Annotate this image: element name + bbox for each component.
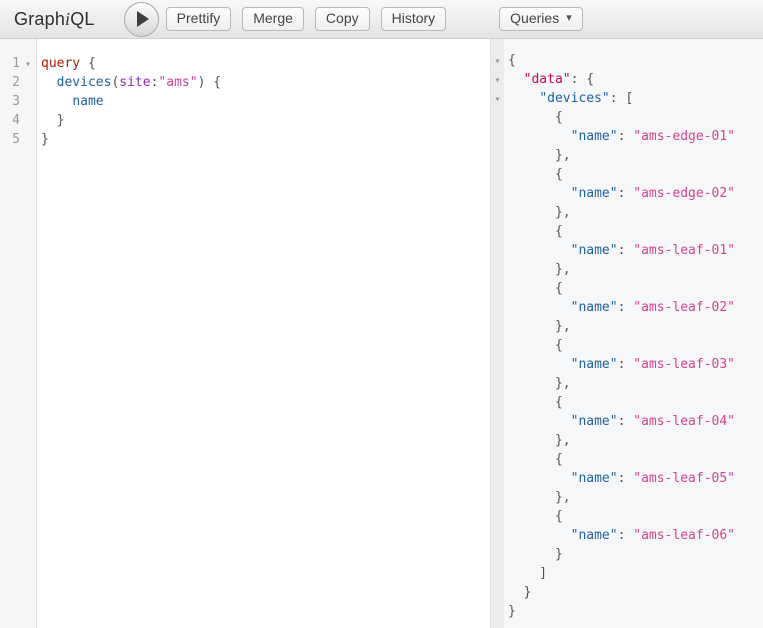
code-text: "data": { <box>523 72 595 87</box>
code-text: "name": "ams-edge-02" <box>570 186 735 201</box>
code-text: { <box>508 452 563 467</box>
graphiql-window: GraphiQL Prettify Merge Copy History Querie… <box>0 0 763 628</box>
code-line[interactable]: 5} <box>0 130 490 149</box>
code-line: { <box>491 279 763 298</box>
code-line[interactable]: 3 name <box>0 92 490 111</box>
code-line: }, <box>491 203 763 222</box>
code-line: "name": "ams-leaf-04" <box>491 412 763 431</box>
code-text: { <box>508 395 563 410</box>
queries-dropdown-button[interactable]: Queries ▾ <box>499 7 583 31</box>
code-text: "devices": [ <box>539 91 634 106</box>
code-text: { <box>508 110 563 125</box>
code-text: }, <box>508 319 571 334</box>
code-line: ▾ "devices": [ <box>491 89 763 108</box>
code-text: } <box>41 132 49 147</box>
graphiql-logo: GraphiQL <box>14 9 95 30</box>
line-number: 4 <box>12 113 20 128</box>
line-number: 5 <box>12 132 20 147</box>
code-text: }, <box>508 205 571 220</box>
code-line: }, <box>491 317 763 336</box>
result-pane[interactable]: ▾{▾ "data": {▾ "devices": [ { "name": "a… <box>490 39 763 628</box>
code-text: "name": "ams-leaf-06" <box>570 528 735 543</box>
code-text: "name": "ams-leaf-05" <box>570 471 735 486</box>
code-text: "name": "ams-leaf-02" <box>570 300 735 315</box>
code-line: }, <box>491 488 763 507</box>
fold-arrow-icon[interactable]: ▾ <box>491 71 504 90</box>
logo-text: QL <box>70 8 95 29</box>
chevron-down-icon: ▾ <box>566 11 572 24</box>
fold-arrow-icon[interactable]: ▾ <box>491 52 504 71</box>
editor-split: 1 ▾ query {2 devices(site:"ams") {3 name 4 … <box>0 39 763 628</box>
code-line: } <box>491 602 763 621</box>
code-text: } <box>508 585 532 600</box>
code-text: { <box>508 167 563 182</box>
code-text: { <box>508 281 563 296</box>
toolbar-button-history[interactable]: History <box>380 7 447 31</box>
code-text: } <box>41 113 65 128</box>
code-text: devices(site:"ams") { <box>56 75 222 90</box>
execute-query-button[interactable] <box>123 1 159 37</box>
code-line: } <box>491 545 763 564</box>
code-line: { <box>491 450 763 469</box>
code-text: } <box>508 604 516 619</box>
code-line: }, <box>491 374 763 393</box>
code-text: name <box>72 94 104 109</box>
code-text: { <box>508 224 563 239</box>
code-text: { <box>508 338 563 353</box>
code-text: }, <box>508 433 571 448</box>
play-icon <box>137 11 150 27</box>
line-number: 2 <box>12 75 20 90</box>
code-line: ] <box>491 564 763 583</box>
fold-arrow-icon[interactable]: ▾ <box>20 55 36 74</box>
code-text: } <box>508 547 563 562</box>
code-line: "name": "ams-edge-01" <box>491 127 763 146</box>
logo-text: Graph <box>14 8 66 29</box>
code-line: ▾{ <box>491 51 763 70</box>
code-line: { <box>491 336 763 355</box>
toolbar: GraphiQL Prettify Merge Copy History Querie… <box>0 0 763 39</box>
query-editor-pane[interactable]: 1 ▾ query {2 devices(site:"ams") {3 name 4 … <box>0 39 490 628</box>
code-line: { <box>491 108 763 127</box>
code-line: }, <box>491 431 763 450</box>
fold-arrow-icon[interactable]: ▾ <box>491 90 504 109</box>
code-line: ▾ "data": { <box>491 70 763 89</box>
code-text: { <box>508 509 563 524</box>
result-viewer-code: ▾{▾ "data": {▾ "devices": [ { "name": "a… <box>491 39 763 621</box>
code-text: }, <box>508 148 571 163</box>
code-text: }, <box>508 376 571 391</box>
code-line[interactable]: 1 ▾ query { <box>0 54 490 73</box>
code-line: "name": "ams-leaf-01" <box>491 241 763 260</box>
line-number: 3 <box>12 94 20 109</box>
code-line: "name": "ams-leaf-03" <box>491 355 763 374</box>
code-line: "name": "ams-edge-02" <box>491 184 763 203</box>
code-line[interactable]: 4 } <box>0 111 490 130</box>
code-text: { <box>508 53 516 68</box>
code-line: { <box>491 507 763 526</box>
code-text: }, <box>508 262 571 277</box>
code-line: "name": "ams-leaf-05" <box>491 469 763 488</box>
code-text: query { <box>41 56 96 71</box>
toolbar-button-group: Prettify Merge Copy History <box>165 7 458 31</box>
code-line[interactable]: 2 devices(site:"ams") { <box>0 73 490 92</box>
code-line: "name": "ams-leaf-02" <box>491 298 763 317</box>
code-text: "name": "ams-leaf-03" <box>570 357 735 372</box>
code-line: { <box>491 393 763 412</box>
code-line: "name": "ams-leaf-06" <box>491 526 763 545</box>
code-line: }, <box>491 260 763 279</box>
code-line: { <box>491 165 763 184</box>
queries-dropdown-label: Queries <box>510 10 560 26</box>
code-text: "name": "ams-leaf-01" <box>570 243 735 258</box>
toolbar-button-merge[interactable]: Merge <box>242 7 304 31</box>
code-line: } <box>491 583 763 602</box>
code-text: ] <box>508 566 548 581</box>
code-line: { <box>491 222 763 241</box>
query-editor-code: 1 ▾ query {2 devices(site:"ams") {3 name 4 … <box>0 39 490 149</box>
code-text: "name": "ams-edge-01" <box>570 129 735 144</box>
code-text: }, <box>508 490 571 505</box>
code-text: "name": "ams-leaf-04" <box>570 414 735 429</box>
line-number: 1 <box>12 56 20 71</box>
code-line: }, <box>491 146 763 165</box>
toolbar-button-copy[interactable]: Copy <box>314 7 370 31</box>
toolbar-button-prettify[interactable]: Prettify <box>165 7 232 31</box>
